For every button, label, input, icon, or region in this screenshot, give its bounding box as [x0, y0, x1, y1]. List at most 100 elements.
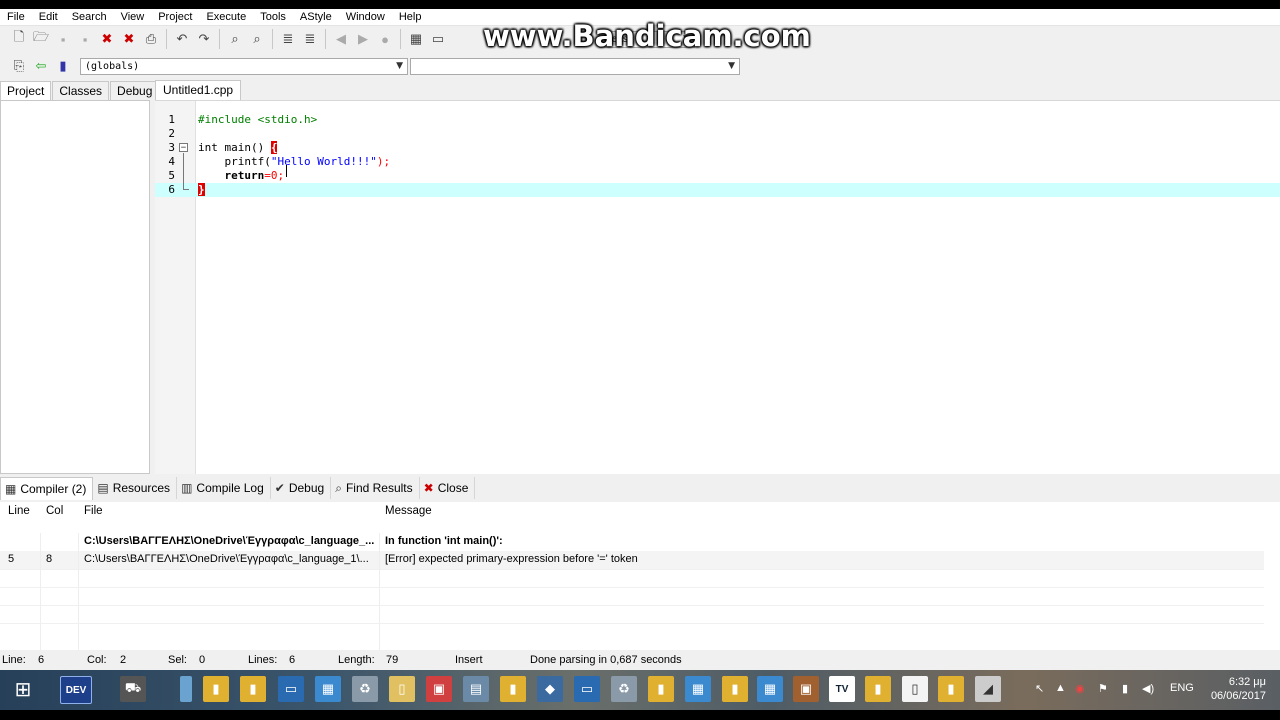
new-file-icon[interactable]: 🗋 [9, 29, 29, 49]
menu-execute[interactable]: Execute [199, 9, 253, 25]
table-row[interactable]: C:\Users\ΒΑΓΓΕΛΗΣ\OneDrive\Έγγραφα\c_lan… [0, 533, 1264, 551]
tab-debug[interactable]: Debug [110, 81, 160, 101]
status-line-label: Line: [2, 654, 26, 666]
app-icon[interactable]: ▣ [793, 676, 819, 702]
toolbar-separator [325, 29, 326, 49]
menu-astyle[interactable]: AStyle [293, 9, 339, 25]
devcpp-window: File Edit Search View Project Execute To… [0, 9, 1280, 670]
app-icon[interactable]: ◆ [537, 676, 563, 702]
blank-document-icon[interactable]: ▯ [902, 676, 928, 702]
save-icon[interactable]: ▪ [53, 29, 73, 49]
recycle-bin-icon[interactable]: ♻ [611, 676, 637, 702]
close-file-icon[interactable]: ✖ [97, 29, 117, 49]
toggle-bookmark-icon[interactable]: ▮ [53, 56, 73, 76]
menu-file[interactable]: File [0, 9, 32, 25]
grid-icon[interactable]: ▦ [406, 29, 426, 49]
row-file: C:\Users\ΒΑΓΓΕΛΗΣ\OneDrive\Έγγραφα\c_lan… [84, 535, 375, 547]
tray-overflow-icon[interactable]: ▲ [1055, 682, 1066, 694]
print-icon[interactable]: ⎙ [141, 29, 161, 49]
devcpp-taskbar-label: DEV [65, 684, 87, 696]
menu-tools[interactable]: Tools [253, 9, 293, 25]
language-indicator[interactable]: ENG [1170, 682, 1194, 694]
redo-icon[interactable]: ↷ [194, 29, 214, 49]
members-combo[interactable]: ▼ [410, 57, 740, 75]
tab-debug-output[interactable]: ✔ Debug [271, 477, 332, 499]
insert-icon[interactable]: ⎘ [9, 56, 29, 76]
chrome-icon[interactable]: ◉ [1075, 682, 1085, 695]
control-panel-icon[interactable]: ▦ [315, 676, 341, 702]
column-header-line[interactable]: Line [8, 505, 30, 517]
menu-help[interactable]: Help [392, 9, 429, 25]
menu-search[interactable]: Search [65, 9, 114, 25]
code-line: 3 − int main() { [155, 141, 1280, 155]
indent-icon[interactable]: ≣ [278, 29, 298, 49]
code-text: #include <stdio.h> [198, 113, 317, 127]
tab-classes[interactable]: Classes [52, 81, 110, 101]
code-editor[interactable]: 1 #include <stdio.h> 2 3 − int main() { … [155, 100, 1280, 474]
tab-find-results[interactable]: ⌕ Find Results [331, 477, 420, 499]
tab-close[interactable]: ✖ Close [420, 477, 476, 499]
document-icon[interactable]: ▯ [389, 676, 415, 702]
folder-icon[interactable]: ▮ [648, 676, 674, 702]
menu-edit[interactable]: Edit [32, 9, 65, 25]
goto-line-icon[interactable]: ⇦ [31, 56, 51, 76]
unindent-icon[interactable]: ≣ [300, 29, 320, 49]
windows-taskbar: ⊞ DEV ⛟ ▮ ▮ ▭ ▦ ♻ ▯ ▣ ▤ ▮ ◆ ▭ ♻ ▮ ▦ ▮ ▦ … [0, 670, 1280, 710]
menu-project[interactable]: Project [151, 9, 199, 25]
code-line: 1 #include <stdio.h> [155, 113, 1280, 127]
code-text: return=0; [198, 169, 284, 183]
network-icon[interactable]: ⚑ [1098, 682, 1108, 695]
close-all-icon[interactable]: ✖ [119, 29, 139, 49]
truck-app-icon[interactable]: ⛟ [120, 676, 146, 702]
tab-compile-log[interactable]: ▥ Compile Log [177, 477, 271, 499]
tab-project[interactable]: Project [0, 81, 52, 101]
volume-icon[interactable]: ◀) [1142, 682, 1154, 695]
folder-icon[interactable]: ▮ [865, 676, 891, 702]
recycle-bin-icon[interactable]: ♻ [352, 676, 378, 702]
app-icon[interactable]: ▣ [426, 676, 452, 702]
menu-window[interactable]: Window [339, 9, 392, 25]
tv-app-icon[interactable]: TV [829, 676, 855, 702]
goto-icon[interactable]: ● [375, 29, 395, 49]
app-icon[interactable]: ◢ [975, 676, 1001, 702]
windows-start-icon[interactable]: ⊞ [10, 676, 36, 702]
control-panel-icon[interactable]: ▦ [757, 676, 783, 702]
tab-compiler[interactable]: ▦ Compiler (2) [0, 476, 94, 500]
editor-tab-untitled1[interactable]: Untitled1.cpp [155, 80, 242, 101]
tab-resources[interactable]: ▤ Resources [93, 477, 178, 499]
folder-icon[interactable]: ▮ [203, 676, 229, 702]
undo-icon[interactable]: ↶ [172, 29, 192, 49]
computer-icon[interactable]: ▭ [574, 676, 600, 702]
bookmark-forward-icon[interactable]: ▶ [353, 29, 373, 49]
column-header-message[interactable]: Message [385, 505, 432, 517]
tab-find-results-label: Find Results [345, 481, 413, 495]
folder-icon[interactable]: ▮ [500, 676, 526, 702]
project-browser[interactable] [0, 100, 150, 474]
app-icon[interactable]: ▤ [463, 676, 489, 702]
battery-icon[interactable]: ▮ [1122, 682, 1128, 695]
app-icon[interactable] [180, 676, 192, 702]
fold-collapse-icon[interactable]: − [179, 143, 188, 153]
replace-icon[interactable]: ⌕ [247, 29, 267, 49]
column-header-col[interactable]: Col [46, 505, 63, 517]
statement-end: ); [376, 155, 391, 168]
table-row[interactable]: 5 8 C:\Users\ΒΑΓΓΕΛΗΣ\OneDrive\Έγγραφα\c… [0, 551, 1264, 569]
fold-guide-end [183, 189, 189, 190]
toolbar-separator [219, 29, 220, 49]
find-icon[interactable]: ⌕ [225, 29, 245, 49]
computer-icon[interactable]: ▭ [278, 676, 304, 702]
folder-icon[interactable]: ▮ [240, 676, 266, 702]
devcpp-taskbar-icon[interactable]: DEV [60, 676, 92, 704]
menu-view[interactable]: View [114, 9, 152, 25]
control-panel-icon[interactable]: ▦ [685, 676, 711, 702]
globals-combo[interactable]: (globals) ▼ [80, 57, 408, 75]
open-file-icon[interactable]: 🗁 [31, 29, 51, 49]
window-icon[interactable]: ▭ [428, 29, 448, 49]
folder-icon[interactable]: ▮ [938, 676, 964, 702]
save-all-icon[interactable]: ▪ [75, 29, 95, 49]
taskbar-clock[interactable]: 6:32 μμ 06/06/2017 [1211, 675, 1266, 703]
bookmark-back-icon[interactable]: ◀ [331, 29, 351, 49]
column-header-file[interactable]: File [84, 505, 103, 517]
folder-icon[interactable]: ▮ [722, 676, 748, 702]
row-divider [0, 605, 1264, 606]
